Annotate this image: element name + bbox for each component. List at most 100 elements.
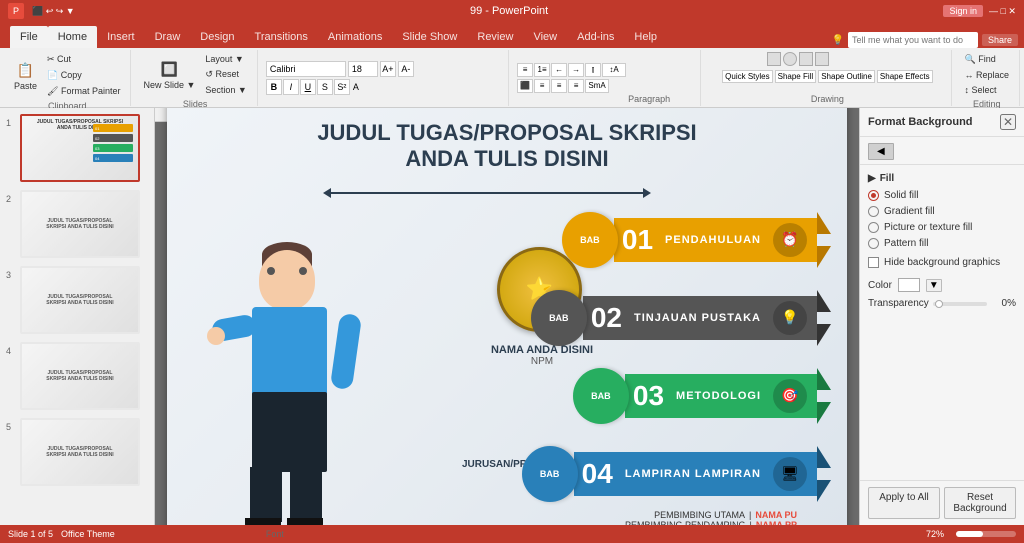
hide-bg-checkbox[interactable] bbox=[868, 257, 879, 268]
color-dropdown-button[interactable]: ▼ bbox=[926, 279, 942, 292]
tab-insert[interactable]: Insert bbox=[97, 26, 145, 48]
select-button[interactable]: ↕ Select bbox=[960, 83, 1013, 97]
tab-view[interactable]: View bbox=[523, 26, 567, 48]
ribbon-search-input[interactable] bbox=[848, 32, 978, 48]
indent-dec-button[interactable]: ← bbox=[551, 63, 567, 77]
arrange-button[interactable] bbox=[815, 52, 829, 66]
align-left-button[interactable]: ⬛ bbox=[517, 79, 533, 93]
quick-styles-button[interactable]: Quick Styles bbox=[722, 70, 772, 83]
share-button[interactable]: Share bbox=[982, 34, 1018, 46]
tab-draw[interactable]: Draw bbox=[145, 26, 191, 48]
tab-slideshow[interactable]: Slide Show bbox=[392, 26, 467, 48]
slide-thumb-3[interactable]: 3 JUDUL TUGAS/PROPOSALSKRIPSI ANDA TULIS… bbox=[4, 264, 150, 336]
italic-button[interactable]: I bbox=[283, 79, 299, 95]
replace-button[interactable]: ↔ Replace bbox=[960, 68, 1013, 82]
pembimbing-area: PEMBIMBING UTAMA | NAMA PU PEMBIMBING PE… bbox=[625, 510, 797, 526]
solid-fill-option[interactable]: Solid fill bbox=[868, 190, 1016, 201]
strikethrough-button[interactable]: S bbox=[317, 79, 333, 95]
format-painter-button[interactable]: 🖌 Format Painter bbox=[43, 84, 124, 99]
pembimbing-name-1: NAMA PU bbox=[755, 510, 797, 520]
shape-1[interactable] bbox=[767, 52, 781, 66]
gradient-fill-option[interactable]: Gradient fill bbox=[868, 206, 1016, 217]
tab-review[interactable]: Review bbox=[467, 26, 523, 48]
paste-button[interactable]: 📋 Paste bbox=[10, 57, 41, 93]
person-pants bbox=[252, 392, 327, 472]
person-body bbox=[252, 307, 327, 397]
font-grow-button[interactable]: A+ bbox=[380, 61, 396, 77]
person-eye-left bbox=[267, 267, 275, 275]
bold-button[interactable]: B bbox=[266, 79, 282, 95]
thumb-title-2: JUDUL TUGAS/PROPOSALSKRIPSI ANDA TULIS D… bbox=[46, 218, 113, 230]
tab-transitions[interactable]: Transitions bbox=[245, 26, 318, 48]
sign-in-button[interactable]: Sign in bbox=[943, 5, 983, 17]
tab-home[interactable]: Home bbox=[48, 26, 97, 48]
slide-thumb-5[interactable]: 5 JUDUL TUGAS/PROPOSALSKRIPSI ANDA TULIS… bbox=[4, 416, 150, 488]
panel-back-button[interactable]: ◀ bbox=[868, 143, 894, 160]
bab-label-1: PENDAHULUAN bbox=[665, 234, 761, 246]
columns-button[interactable]: ⫾ bbox=[585, 63, 601, 77]
slide-thumb-4[interactable]: 4 JUDUL TUGAS/PROPOSALSKRIPSI ANDA TULIS… bbox=[4, 340, 150, 412]
cut-button[interactable]: ✂ Cut bbox=[43, 52, 124, 67]
thumb-title-3: JUDUL TUGAS/PROPOSALSKRIPSI ANDA TULIS D… bbox=[46, 294, 113, 306]
panel-close-button[interactable]: ✕ bbox=[1000, 114, 1016, 130]
para-row2: ⬛ ≡ ≡ ≡ SmA bbox=[517, 79, 626, 93]
zoom-slider[interactable] bbox=[956, 531, 1016, 537]
new-slide-button[interactable]: 🔲 New Slide ▼ bbox=[139, 56, 199, 92]
reset-button[interactable]: ↺ Reset bbox=[201, 67, 250, 82]
tab-animations[interactable]: Animations bbox=[318, 26, 392, 48]
tab-design[interactable]: Design bbox=[190, 26, 244, 48]
layout-button[interactable]: Layout ▼ bbox=[201, 52, 250, 66]
tab-addins[interactable]: Add-ins bbox=[567, 26, 624, 48]
shadow-button[interactable]: S² bbox=[334, 79, 350, 95]
pembimbing-name-2: NAMA PP bbox=[756, 520, 797, 526]
hide-bg-label: Hide background graphics bbox=[884, 257, 1000, 268]
transparency-slider[interactable] bbox=[933, 302, 987, 306]
solid-fill-radio[interactable] bbox=[868, 190, 879, 201]
person-right-shoe bbox=[287, 518, 323, 526]
picture-fill-radio[interactable] bbox=[868, 222, 879, 233]
tab-help[interactable]: Help bbox=[624, 26, 667, 48]
font-shrink-button[interactable]: A- bbox=[398, 61, 414, 77]
paragraph-label: Paragraph bbox=[628, 94, 670, 104]
slide-thumb-2[interactable]: 2 JUDUL TUGAS/PROPOSALSKRIPSI ANDA TULIS… bbox=[4, 188, 150, 260]
color-swatch[interactable] bbox=[898, 278, 920, 292]
section-button[interactable]: Section ▼ bbox=[201, 83, 250, 97]
slide-img-3: JUDUL TUGAS/PROPOSALSKRIPSI ANDA TULIS D… bbox=[20, 266, 140, 334]
pattern-fill-radio[interactable] bbox=[868, 238, 879, 249]
slide-canvas[interactable]: JUDUL TUGAS/PROPOSAL SKRIPSI ANDA TULIS … bbox=[167, 108, 847, 525]
numbering-button[interactable]: 1≡ bbox=[534, 63, 550, 77]
gradient-fill-radio[interactable] bbox=[868, 206, 879, 217]
shape-effects-button[interactable]: Shape Effects bbox=[877, 70, 933, 83]
align-right-button[interactable]: ≡ bbox=[551, 79, 567, 93]
justify-button[interactable]: ≡ bbox=[568, 79, 584, 93]
reset-background-button[interactable]: Reset Background bbox=[944, 487, 1016, 519]
solid-fill-dot bbox=[871, 193, 876, 198]
bullet-button[interactable]: ≡ bbox=[517, 63, 533, 77]
shape-fill-button[interactable]: Shape Fill bbox=[775, 70, 817, 83]
tab-file[interactable]: File bbox=[10, 26, 48, 48]
align-center-button[interactable]: ≡ bbox=[534, 79, 550, 93]
color-label: Color bbox=[868, 280, 892, 291]
copy-button[interactable]: 📄 Copy bbox=[43, 68, 124, 83]
ribbon-group-font: A+ A- B I U S S² A Font bbox=[260, 50, 509, 106]
shape-2[interactable] bbox=[783, 52, 797, 66]
underline-button[interactable]: U bbox=[300, 79, 316, 95]
bab-fold-bottom-1 bbox=[817, 246, 831, 268]
font-family-input[interactable] bbox=[266, 61, 346, 77]
pattern-fill-option[interactable]: Pattern fill bbox=[868, 238, 1016, 249]
apply-to-all-button[interactable]: Apply to All bbox=[868, 487, 940, 519]
picture-fill-option[interactable]: Picture or texture fill bbox=[868, 222, 1016, 233]
ribbon-search: 💡 Share bbox=[826, 32, 1024, 48]
indent-inc-button[interactable]: → bbox=[568, 63, 584, 77]
text-direction-button[interactable]: ↕A bbox=[602, 63, 626, 77]
shape-3[interactable] bbox=[799, 52, 813, 66]
shape-outline-button[interactable]: Shape Outline bbox=[818, 70, 875, 83]
find-button[interactable]: 🔍 Find bbox=[960, 52, 1013, 67]
convert-smartart-button[interactable]: SmA bbox=[585, 79, 609, 93]
bab-num-1: 01 bbox=[622, 224, 653, 256]
font-size-input[interactable] bbox=[348, 61, 378, 77]
para-row1: ≡ 1≡ ← → ⫾ ↕A bbox=[517, 63, 626, 77]
slide-thumb-1[interactable]: 1 JUDUL TUGAS/PROPOSAL SKRIPSIANDA TULIS… bbox=[4, 112, 150, 184]
thumb-babs-1: 01 02 03 04 bbox=[93, 124, 133, 162]
slide-preview-4: JUDUL TUGAS/PROPOSALSKRIPSI ANDA TULIS D… bbox=[22, 344, 138, 408]
